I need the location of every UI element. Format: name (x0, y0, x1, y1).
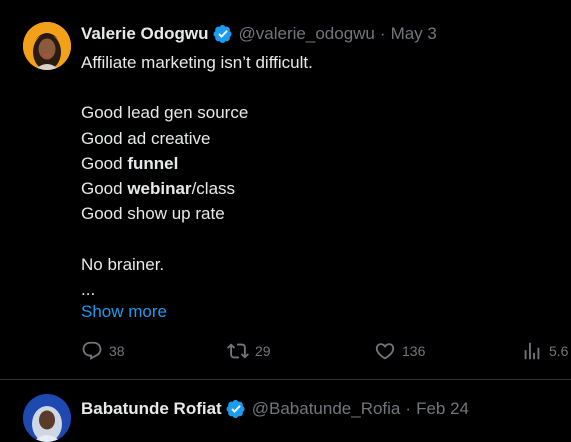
tweet-line-text: /class (191, 178, 236, 198)
tweet-line-bold: funnel (127, 153, 179, 173)
tweet-line: Good show up rate (81, 204, 225, 224)
reply-button[interactable]: 38 (81, 340, 125, 362)
tweet[interactable]: Babatunde Rofiat @Babatunde_Rofia · Feb … (0, 380, 571, 442)
verified-badge-icon[interactable] (213, 24, 233, 44)
views-count: 5.6 (549, 343, 569, 359)
like-button[interactable]: 136 (374, 340, 425, 362)
repost-icon (227, 343, 249, 359)
like-count: 136 (402, 343, 426, 359)
tweet-header: Valerie Odogwu @valerie_odogwu · May 3 (81, 23, 437, 45)
separator-dot: · (379, 24, 386, 43)
tweet-line: No brainer. (81, 254, 165, 274)
tweet-line-text: Good (81, 153, 128, 173)
tweet-header: Babatunde Rofiat @Babatunde_Rofia · Feb … (81, 398, 469, 420)
avatar[interactable] (23, 394, 71, 442)
author-name[interactable]: Babatunde Rofiat (81, 398, 222, 420)
tweet-line-text: Good (81, 178, 128, 198)
heart-icon (375, 343, 395, 360)
separator-dot: · (405, 399, 412, 418)
tweet-text: Affiliate marketing isn’t difficult. Goo… (81, 50, 551, 302)
repost-button[interactable]: 29 (227, 340, 271, 362)
avatar-image (23, 22, 71, 70)
tweet[interactable]: Valerie Odogwu @valerie_odogwu · May 3 A… (0, 0, 571, 380)
views-button[interactable]: 5.6 (521, 340, 568, 362)
reply-count: 38 (109, 343, 125, 359)
avatar-image (23, 394, 71, 442)
author-handle[interactable]: @Babatunde_Rofia (252, 398, 401, 420)
avatar[interactable] (23, 22, 71, 70)
tweet-line: Good funnel (81, 151, 551, 176)
tweet-line-bold: webinar (127, 178, 192, 198)
views-icon (524, 342, 540, 360)
tweet-line: Good ad creative (81, 128, 211, 148)
tweet-line: Good lead gen source (81, 103, 249, 123)
tweet-date[interactable]: Feb 24 (416, 398, 469, 420)
author-handle[interactable]: @valerie_odogwu (239, 23, 375, 45)
tweet-date[interactable]: May 3 (391, 23, 437, 45)
reply-icon (82, 341, 102, 360)
verified-badge-icon[interactable] (226, 399, 246, 419)
tweet-line: Good webinar/class (81, 176, 551, 201)
tweet-line: Affiliate marketing isn’t difficult. (81, 53, 313, 72)
tweet-actions: 38 29 136 5.6 (81, 340, 571, 364)
repost-count: 29 (255, 343, 271, 359)
show-more-link[interactable]: Show more (81, 300, 167, 324)
tweet-line: ... (81, 279, 96, 299)
author-name[interactable]: Valerie Odogwu (81, 23, 209, 45)
